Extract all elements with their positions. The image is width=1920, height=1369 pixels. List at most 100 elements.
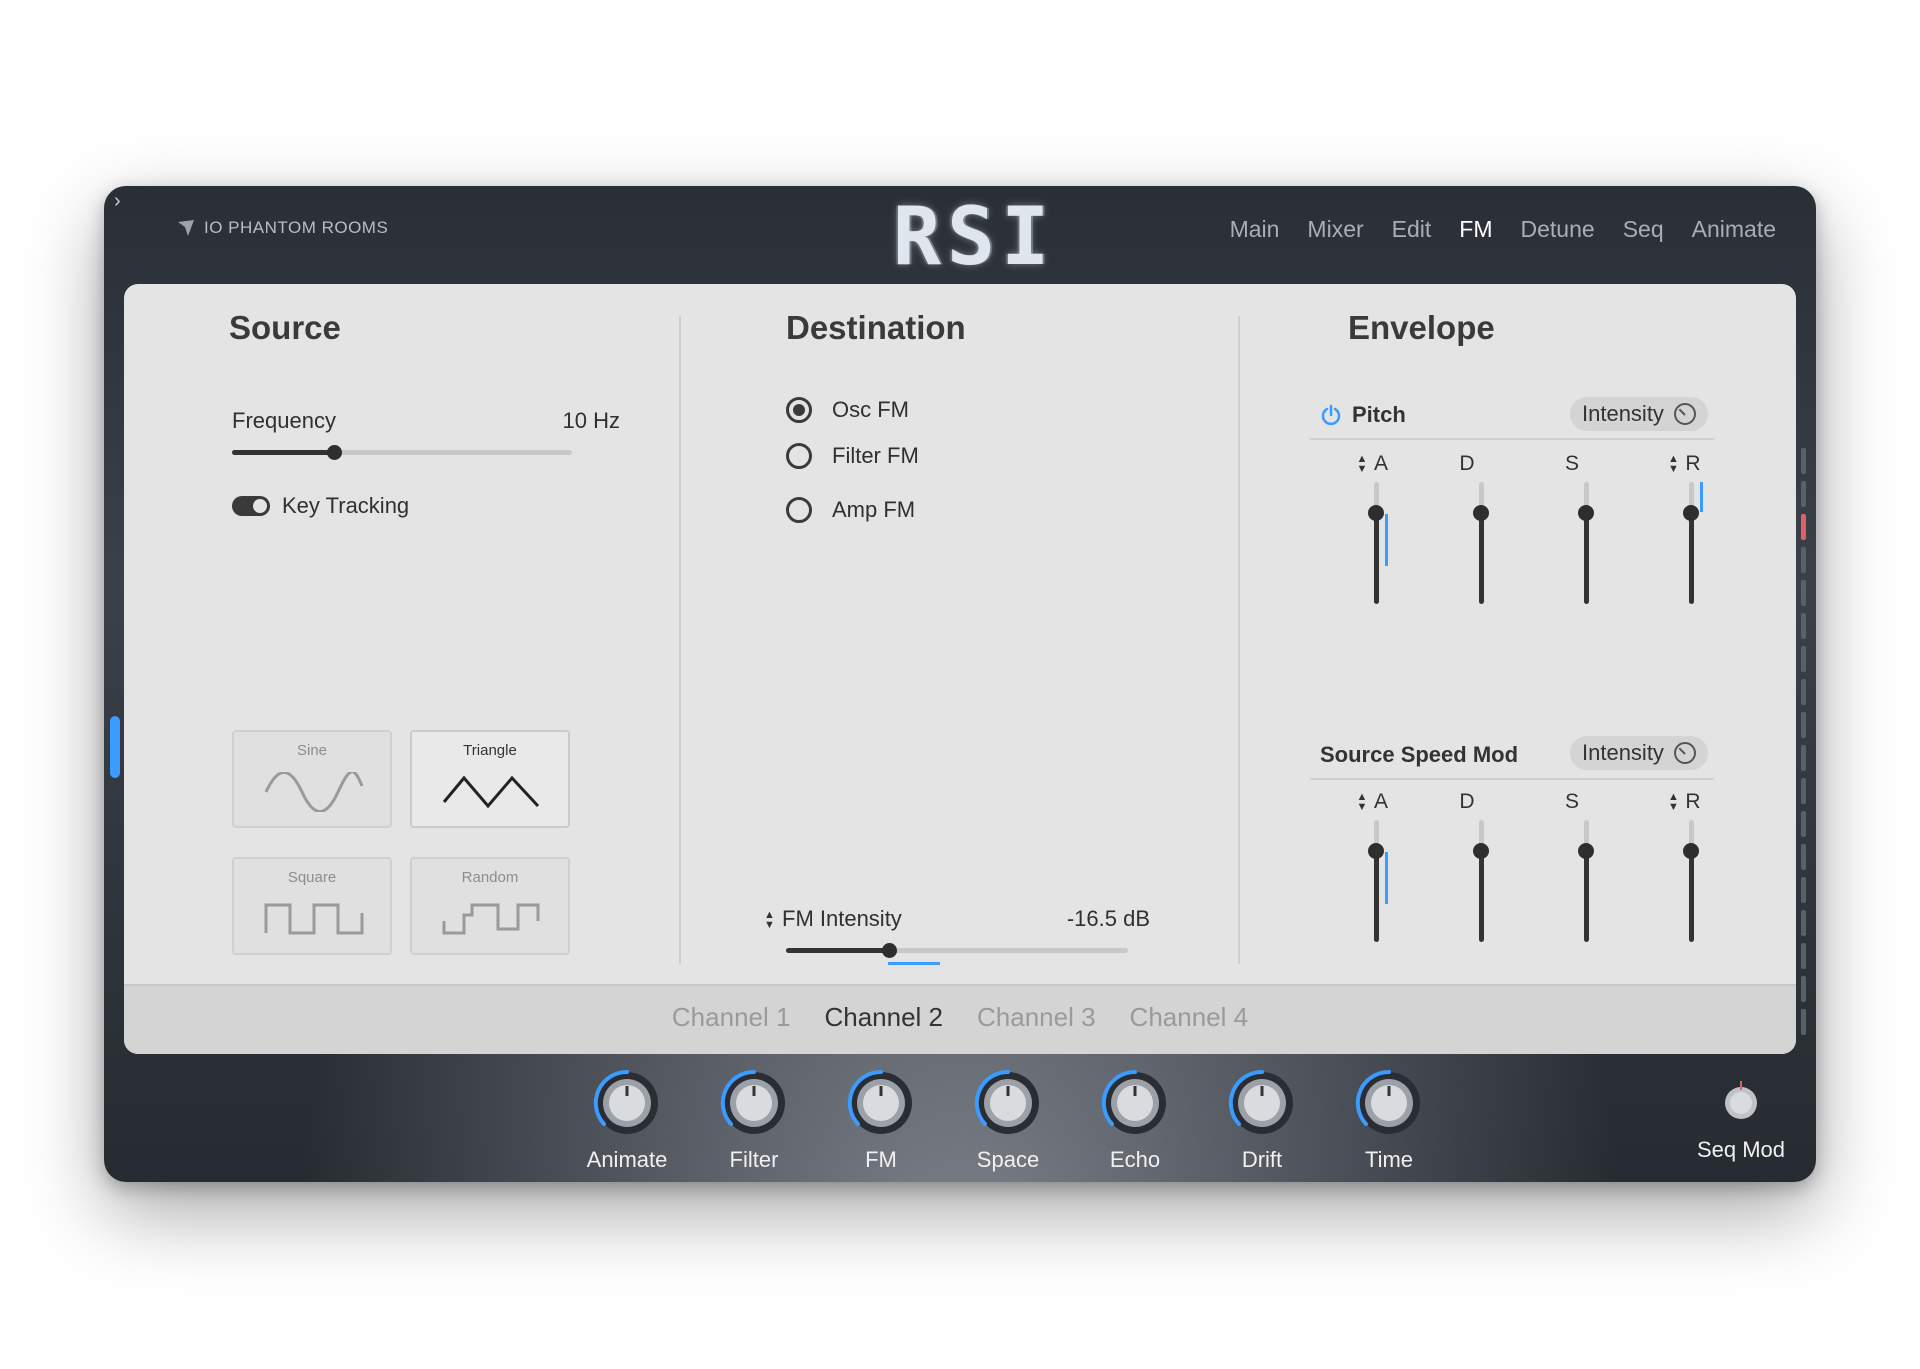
sort-arrows-icon[interactable]: ▲ ▼ bbox=[1356, 454, 1368, 475]
wave-random-button[interactable]: Random bbox=[410, 857, 570, 955]
wave-sine-button[interactable]: Sine bbox=[232, 730, 392, 828]
meter-segment bbox=[1801, 778, 1806, 804]
channel-tab-1[interactable]: Channel 1 bbox=[672, 1002, 791, 1033]
fm-intensity-slider-thumb[interactable] bbox=[881, 943, 897, 958]
speed-adsr-slider-d[interactable] bbox=[1473, 820, 1489, 942]
slider-fill bbox=[1479, 850, 1484, 942]
fm-intensity-slider[interactable] bbox=[786, 943, 1128, 965]
knob-label: Filter bbox=[729, 1147, 779, 1172]
knob-time[interactable]: Time bbox=[1344, 1068, 1434, 1173]
sort-arrows-icon[interactable]: ▲ ▼ bbox=[1667, 792, 1679, 813]
radio-osc-fm[interactable] bbox=[786, 397, 812, 423]
pitch-env-header: Pitch bbox=[1320, 402, 1406, 428]
panel-drag-handle[interactable] bbox=[110, 716, 120, 778]
pitch-adsr-slider-a[interactable] bbox=[1368, 482, 1384, 604]
meter-segment bbox=[1801, 547, 1806, 573]
frequency-slider-thumb[interactable] bbox=[327, 445, 342, 460]
slider-thumb[interactable] bbox=[1368, 842, 1384, 859]
slider-thumb[interactable] bbox=[1578, 504, 1594, 521]
wave-sine-label: Sine bbox=[296, 742, 328, 759]
dest-amp-fm[interactable]: Amp FM bbox=[786, 497, 915, 523]
knob-label: Animate bbox=[586, 1147, 668, 1172]
speed-adsr-a-label: ▲ ▼ A bbox=[1356, 790, 1388, 814]
channel-tab-2[interactable]: Channel 2 bbox=[824, 1002, 943, 1033]
nav-tab-edit[interactable]: Edit bbox=[1392, 216, 1432, 243]
dest-filter-fm-label: Filter FM bbox=[832, 443, 919, 468]
sort-arrows-icon[interactable]: ▲ ▼ bbox=[764, 910, 776, 931]
destination-title: Destination bbox=[786, 309, 966, 346]
frequency-label: Frequency bbox=[232, 408, 336, 433]
nav-tab-mixer[interactable]: Mixer bbox=[1307, 216, 1363, 243]
knob-dial-icon[interactable] bbox=[1227, 1068, 1297, 1138]
meter-segment bbox=[1801, 877, 1806, 903]
knob-dial-icon[interactable] bbox=[719, 1068, 789, 1138]
chevron-right-icon[interactable]: › bbox=[114, 190, 121, 213]
meter-segment bbox=[1801, 646, 1806, 672]
slider-fill bbox=[1479, 512, 1484, 604]
knob-dial-icon[interactable] bbox=[592, 1068, 662, 1138]
channel-tab-4[interactable]: Channel 4 bbox=[1130, 1002, 1249, 1033]
sort-arrows-icon[interactable]: ▲ ▼ bbox=[1356, 792, 1368, 813]
triangle-wave-icon bbox=[442, 775, 540, 809]
slider-thumb[interactable] bbox=[1578, 842, 1594, 859]
channel-tabs: Channel 1 Channel 2 Channel 3 Channel 4 bbox=[124, 1002, 1796, 1033]
dest-osc-fm[interactable]: Osc FM bbox=[786, 397, 909, 423]
knob-fm[interactable]: FM bbox=[836, 1068, 926, 1173]
radio-amp-fm[interactable] bbox=[786, 497, 812, 523]
slider-fill bbox=[1689, 512, 1694, 604]
slider-thumb[interactable] bbox=[1683, 504, 1699, 521]
knob-dial-icon[interactable] bbox=[1354, 1068, 1424, 1138]
knob-dial-icon[interactable] bbox=[1100, 1068, 1170, 1138]
wave-square-button[interactable]: Square bbox=[232, 857, 392, 955]
radio-filter-fm[interactable] bbox=[786, 443, 812, 469]
knob-filter[interactable]: Filter bbox=[709, 1068, 799, 1173]
channel-bar: Channel 1 Channel 2 Channel 3 Channel 4 bbox=[124, 984, 1796, 1054]
fm-panel: Source Frequency 10 Hz Key Tracking Sine… bbox=[124, 284, 1796, 1054]
slider-thumb[interactable] bbox=[1473, 504, 1489, 521]
speed-adsr-slider-a[interactable] bbox=[1368, 820, 1384, 942]
meter-segment bbox=[1801, 448, 1806, 474]
speed-adsr-slider-s[interactable] bbox=[1578, 820, 1594, 942]
nav-tab-main[interactable]: Main bbox=[1230, 216, 1280, 243]
seq-mod-knob-icon[interactable] bbox=[1716, 1078, 1766, 1128]
knob-label: Echo bbox=[1109, 1147, 1161, 1172]
pitch-adsr-slider-d[interactable] bbox=[1473, 482, 1489, 604]
channel-tab-3[interactable]: Channel 3 bbox=[977, 1002, 1096, 1033]
nav-tab-fm[interactable]: FM bbox=[1459, 216, 1492, 243]
sort-arrows-icon[interactable]: ▲ ▼ bbox=[1667, 454, 1679, 475]
knob-drift[interactable]: Drift bbox=[1217, 1068, 1307, 1173]
slider-thumb[interactable] bbox=[1368, 504, 1384, 521]
speed-adsr-slider-r[interactable] bbox=[1683, 820, 1699, 942]
fm-intensity-label: ▲ ▼ FM Intensity bbox=[764, 906, 902, 932]
knob-animate[interactable]: Animate bbox=[582, 1068, 672, 1173]
wave-triangle-button[interactable]: Triangle bbox=[410, 730, 570, 828]
slider-thumb[interactable] bbox=[1473, 842, 1489, 859]
fm-intensity-slider-fill bbox=[786, 948, 889, 953]
nav-tab-animate[interactable]: Animate bbox=[1692, 216, 1776, 243]
knob-dial-icon[interactable] bbox=[973, 1068, 1043, 1138]
nav-tab-detune[interactable]: Detune bbox=[1521, 216, 1595, 243]
key-tracking-toggle[interactable] bbox=[232, 496, 270, 516]
fm-intensity-text: FM Intensity bbox=[782, 906, 902, 931]
level-meter bbox=[1801, 448, 1806, 1048]
meter-segment bbox=[1801, 976, 1806, 1002]
pitch-adsr-slider-r[interactable] bbox=[1683, 482, 1699, 604]
frequency-slider[interactable] bbox=[232, 445, 572, 460]
speed-adsr-d-label: D bbox=[1459, 790, 1475, 813]
slider-thumb[interactable] bbox=[1683, 842, 1699, 859]
knob-dial-icon[interactable] bbox=[846, 1068, 916, 1138]
pitch-adsr-slider-s[interactable] bbox=[1578, 482, 1594, 604]
speed-intensity-button[interactable]: Intensity bbox=[1570, 736, 1708, 770]
pitch-env-label: Pitch bbox=[1352, 402, 1406, 427]
power-icon[interactable] bbox=[1320, 404, 1342, 426]
knob-space[interactable]: Space bbox=[963, 1068, 1053, 1173]
plugin-window: › IO PHANTOM ROOMS RSI 1 Main Mixer Edit… bbox=[104, 186, 1816, 1182]
meter-segment bbox=[1801, 844, 1806, 870]
nav-tab-seq[interactable]: Seq bbox=[1623, 216, 1664, 243]
dest-filter-fm[interactable]: Filter FM bbox=[786, 443, 919, 469]
pitch-intensity-button[interactable]: Intensity bbox=[1570, 397, 1708, 431]
pitch-adsr-s-label: S bbox=[1564, 452, 1579, 475]
knob-echo[interactable]: Echo bbox=[1090, 1068, 1180, 1173]
meter-segment bbox=[1801, 481, 1806, 507]
seq-mod-knob[interactable]: Seq Mod bbox=[1696, 1078, 1786, 1163]
